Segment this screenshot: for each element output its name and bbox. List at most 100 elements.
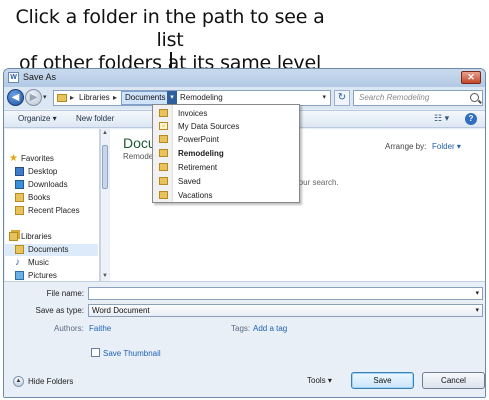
scroll-up-icon[interactable]: ▲ [102,130,108,136]
search-icon[interactable] [470,93,479,102]
sidebar-item-label: Books [28,193,51,202]
word-app-icon: W [8,72,19,83]
search-placeholder: Search Remodeling [359,93,430,102]
menu-item-invoices[interactable]: Invoices [153,107,299,120]
sidebar-item-libraries[interactable]: Libraries [5,231,98,243]
caption: Click a folder in the path to see a list… [0,0,489,95]
sidebar-item-label: Downloads [28,180,68,189]
search-input[interactable]: Search Remodeling [353,90,483,106]
menu-item-label: Saved [178,177,201,186]
menu-item-label: PowerPoint [178,135,219,144]
caption-line-1: Click a folder in the path to see a list [15,6,325,51]
breadcrumb-current[interactable]: Remodeling [180,93,223,102]
folder-icon [159,135,168,143]
breadcrumb-separator-icon[interactable]: ▸ [113,93,117,102]
title-bar: W Save As ✕ [4,69,485,87]
save-thumbnail-checkbox[interactable] [91,348,100,357]
save-as-type-select[interactable]: Word Document ▾ [88,304,483,317]
folder-icon [159,163,168,171]
cancel-button[interactable]: Cancel [422,372,485,389]
new-folder-button[interactable]: New folder [76,114,114,123]
save-thumbnail-label[interactable]: Save Thumbnail [103,349,161,358]
library-subtitle: Remode [123,152,154,161]
folder-icon [57,94,67,102]
library-title: Docu [123,135,156,151]
breadcrumb-separator-icon[interactable]: ▸ [70,93,74,102]
save-button[interactable]: Save [351,372,414,389]
menu-item-vacations[interactable]: Vacations [153,189,299,202]
close-button[interactable]: ✕ [461,71,481,84]
file-name-label: File name: [46,289,84,298]
forward-button[interactable]: ▶ [25,89,42,106]
documents-icon [15,245,24,254]
desktop-icon [15,167,24,176]
file-name-field[interactable]: ▾ [88,287,483,300]
sidebar-item-books[interactable]: Books [5,192,98,204]
sidebar-item-music[interactable]: ♪ Music [5,257,98,269]
tools-menu-button[interactable]: Tools ▾ [307,376,332,385]
sidebar-item-documents[interactable]: Documents [5,244,98,256]
scrollbar-thumb[interactable] [102,145,108,189]
menu-item-label: Remodeling [178,149,224,158]
hide-folders-label: Hide Folders [28,377,74,386]
hide-folders-button[interactable]: ▲ Hide Folders [13,376,83,388]
menu-item-label: Retirement [178,163,218,172]
breadcrumb-documents[interactable]: Documents [121,91,170,105]
tags-field[interactable]: Add a tag [253,324,287,333]
chevron-down-icon[interactable]: ▾ [475,289,479,297]
navigation-scrollbar[interactable]: ▲ ▼ [100,129,109,281]
save-as-type-label: Save as type: [35,306,84,315]
sidebar-item-recent-places[interactable]: Recent Places [5,205,98,217]
address-history-chevron-icon[interactable]: ▾ [322,93,326,101]
organize-menu-button[interactable]: Organize ▾ [18,114,57,123]
downloads-icon [15,180,24,189]
change-view-icon[interactable]: ☷ ▾ [434,113,449,124]
folder-dropdown-menu: Invoices My Data Sources PowerPoint Remo… [152,104,300,203]
chevron-down-icon[interactable]: ▾ [475,306,479,314]
refresh-button[interactable]: ↻ [334,90,350,106]
data-sources-folder-icon [159,122,168,130]
sidebar-item-label: Desktop [28,167,58,176]
sidebar-item-label: Recent Places [28,206,80,215]
recent-places-icon [15,206,24,215]
menu-item-label: Invoices [178,109,208,118]
scroll-down-icon[interactable]: ▼ [102,273,108,279]
music-icon: ♪ [15,257,20,268]
arrange-by-dropdown[interactable]: Folder ▾ [432,142,461,151]
menu-item-powerpoint[interactable]: PowerPoint [153,133,299,146]
breadcrumb-expand-arrow-icon[interactable]: ▾ [167,91,177,105]
star-icon: ★ [9,153,18,164]
menu-item-remodeling[interactable]: Remodeling [153,147,299,160]
breadcrumb-libraries[interactable]: Libraries [79,93,110,102]
back-button[interactable]: ◀ [7,89,24,106]
arrange-by-label: Arrange by: [385,142,427,151]
sidebar-item-favorites[interactable]: ★ Favorites [5,153,98,165]
menu-item-saved[interactable]: Saved [153,175,299,188]
menu-item-label: Vacations [178,191,213,200]
navigation-pane: ★ Favorites Desktop Downloads Books Rece… [5,129,100,281]
sidebar-item-label: Music [28,258,49,267]
tags-label: Tags: [231,324,251,333]
window-title: Save As [23,72,57,82]
help-icon[interactable]: ? [465,113,477,125]
folder-icon [159,109,168,117]
authors-field[interactable]: Faithe [89,324,111,333]
pictures-icon [15,271,24,280]
menu-item-my-data-sources[interactable]: My Data Sources [153,120,299,133]
folder-icon [159,191,168,199]
folder-icon [15,193,24,202]
sidebar-item-downloads[interactable]: Downloads [5,179,98,191]
recent-pages-chevron-icon[interactable]: ▾ [43,93,47,101]
sidebar-item-desktop[interactable]: Desktop [5,166,98,178]
libraries-icon [9,232,18,241]
menu-item-retirement[interactable]: Retirement [153,161,299,174]
sidebar-item-label: Libraries [21,232,52,241]
collapse-icon: ▲ [13,376,24,387]
sidebar-item-label: Documents [28,245,69,254]
folder-icon [159,149,168,157]
sidebar-item-label: Favorites [21,154,54,163]
save-as-type-value: Word Document [92,306,150,315]
menu-item-label: My Data Sources [178,122,240,131]
authors-label: Authors: [54,324,84,333]
sidebar-item-label: Pictures [28,271,57,280]
